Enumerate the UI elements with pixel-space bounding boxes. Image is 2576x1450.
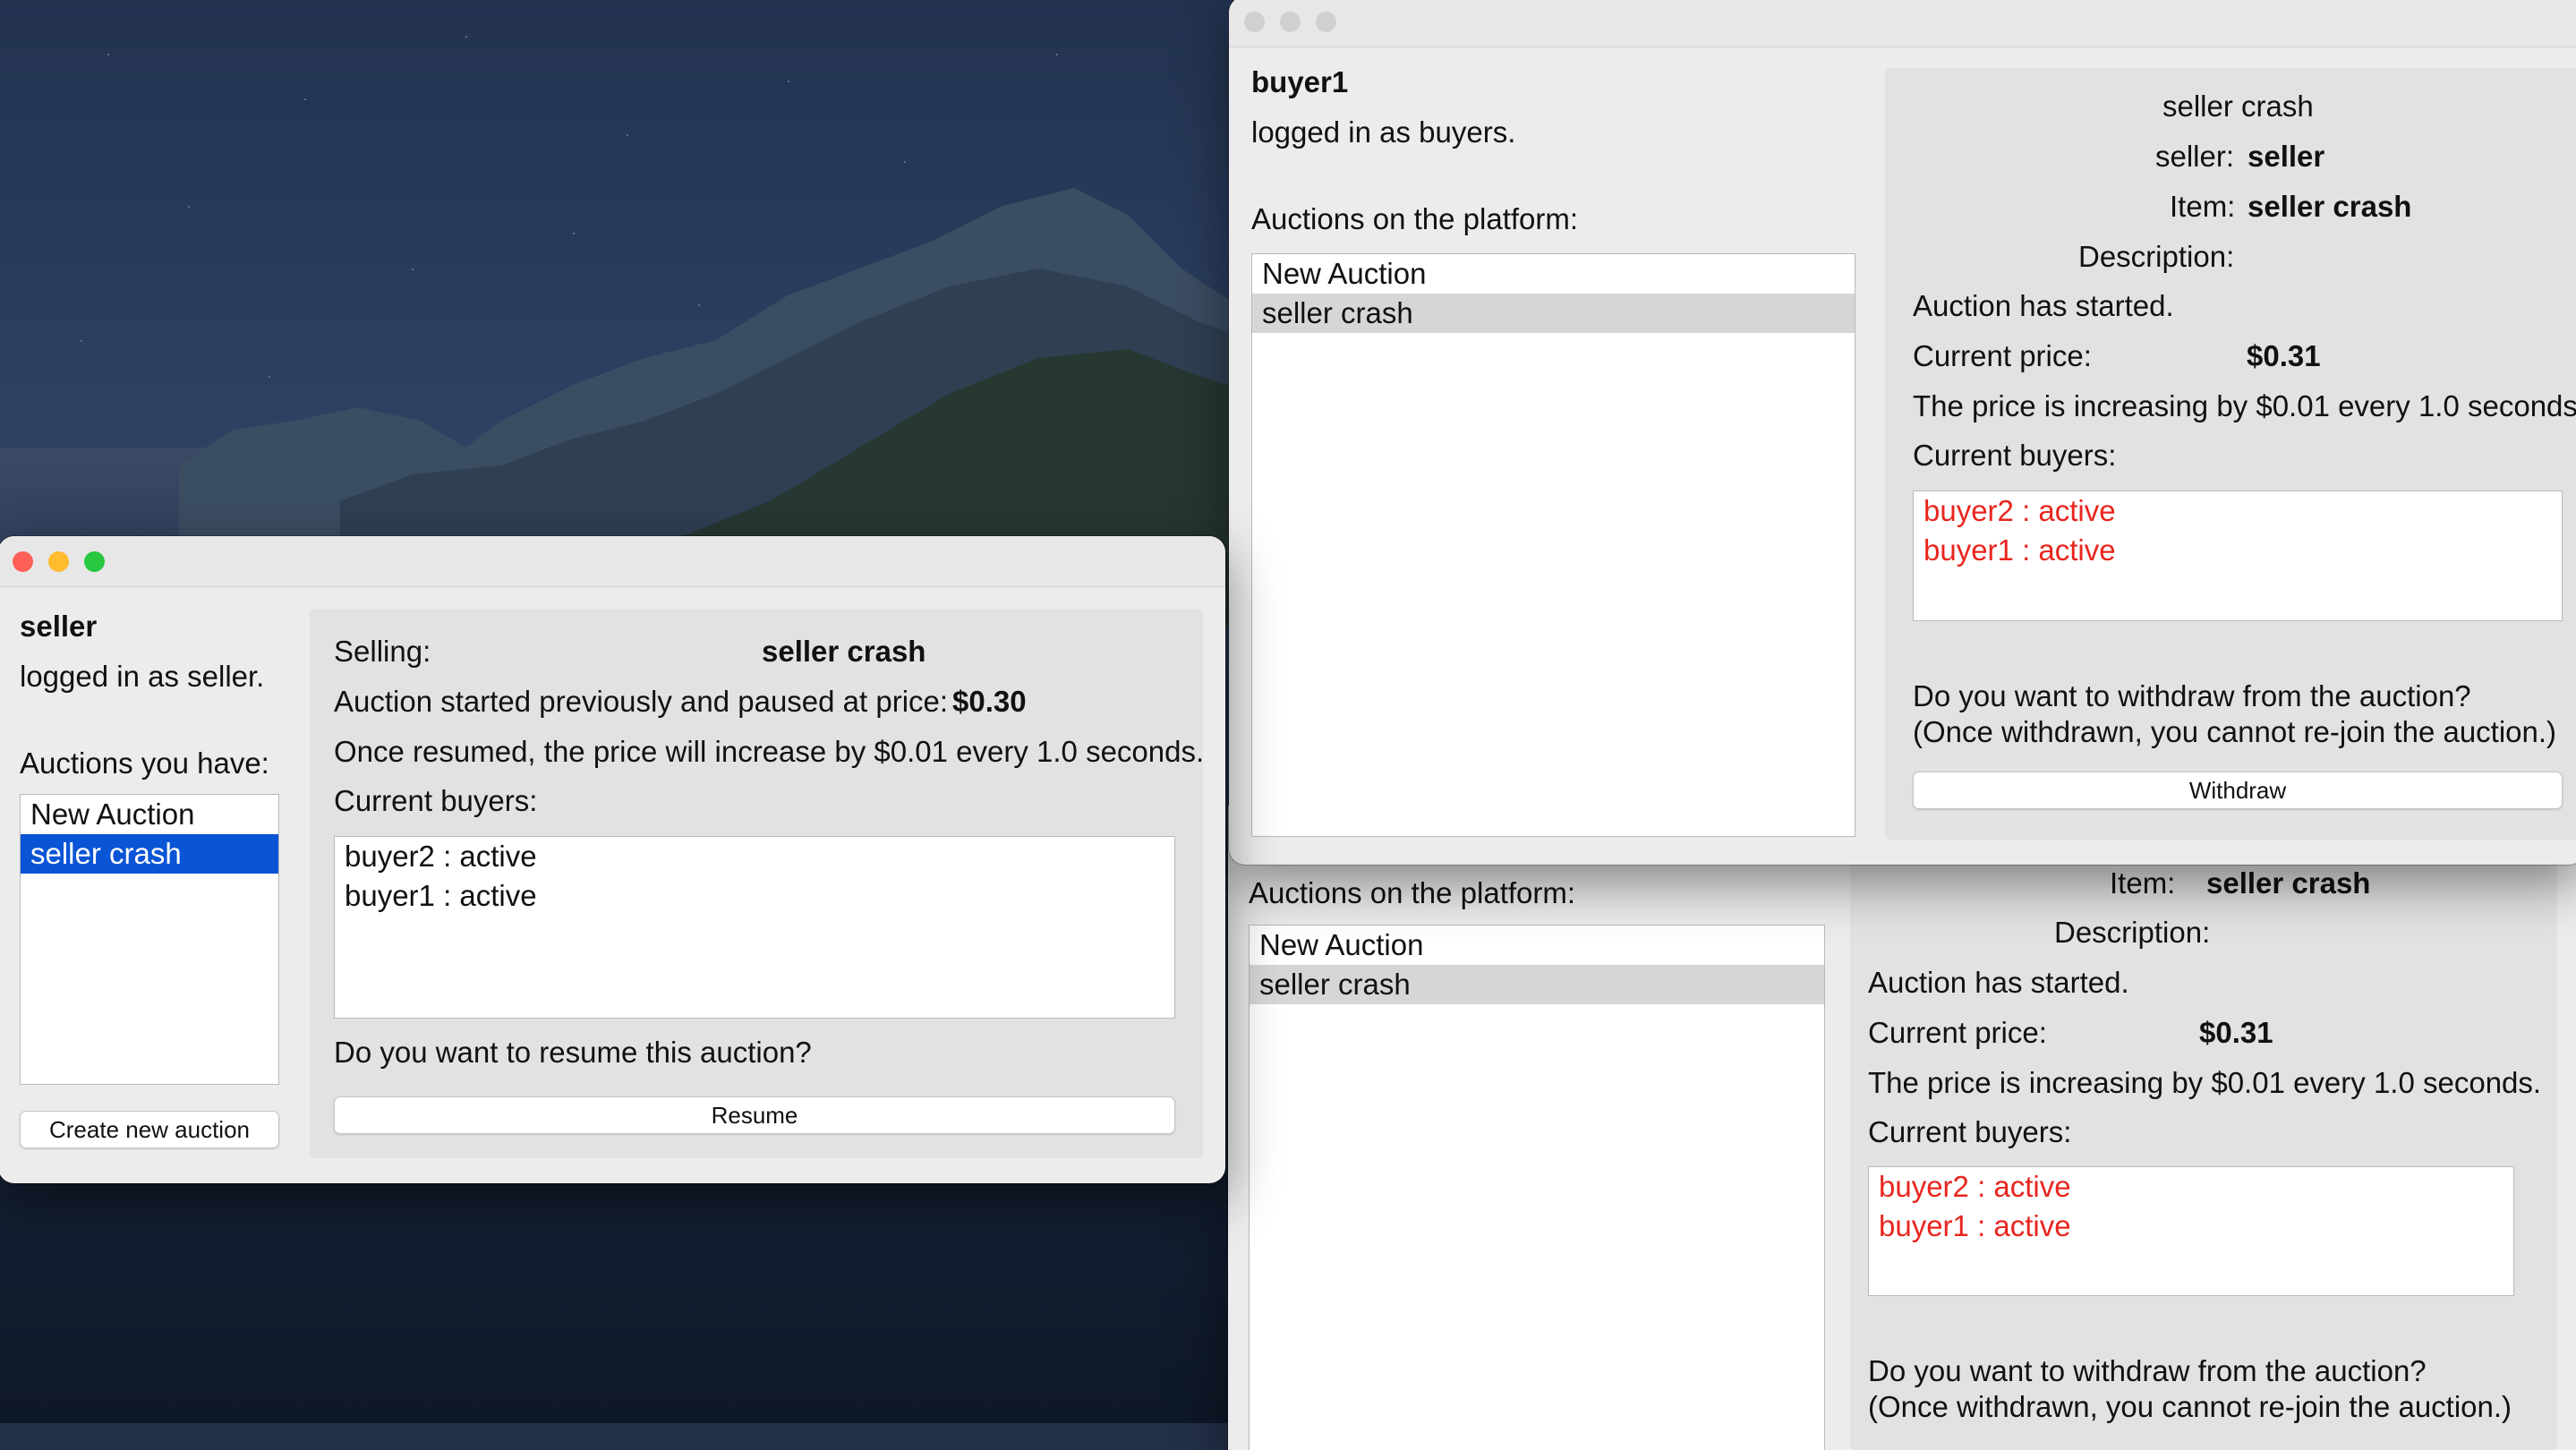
buyers-heading: Current buyers: bbox=[334, 784, 538, 817]
buyer-entry: buyer2 : active bbox=[1923, 494, 2116, 527]
item-value: seller crash bbox=[2248, 190, 2412, 223]
price-value: $0.31 bbox=[2199, 1016, 2273, 1049]
item-label: Item: bbox=[2170, 190, 2236, 223]
auction-list-item[interactable]: New Auction bbox=[1252, 254, 1855, 294]
auction-list-item[interactable]: New Auction bbox=[1250, 925, 1824, 965]
buyer-entry: buyer1 : active bbox=[345, 879, 537, 912]
resume-button[interactable]: Resume bbox=[334, 1096, 1175, 1134]
buyer-entry: buyer2 : active bbox=[345, 840, 537, 873]
withdraw-question: Do you want to withdraw from the auction… bbox=[1913, 679, 2471, 712]
seller-label: seller: bbox=[2155, 140, 2235, 173]
star-dot bbox=[188, 206, 190, 208]
resume-info: Once resumed, the price will increase by… bbox=[334, 735, 1205, 768]
auctions-heading: Auctions you have: bbox=[20, 746, 269, 780]
auction-detail-panel: seller crash seller: seller Item: seller… bbox=[1885, 68, 2576, 840]
selling-label: Selling: bbox=[334, 635, 431, 668]
auctions-heading: Auctions on the platform: bbox=[1251, 202, 1579, 235]
item-value: seller crash bbox=[2206, 866, 2371, 900]
seller-window: seller logged in as seller. Auctions you… bbox=[0, 536, 1225, 1183]
create-auction-button[interactable]: Create new auction bbox=[20, 1111, 279, 1148]
description-label: Description: bbox=[2078, 240, 2235, 273]
buyer-entry: buyer1 : active bbox=[1923, 533, 2116, 567]
zoom-button[interactable] bbox=[84, 551, 105, 572]
buyers-heading: Current buyers: bbox=[1913, 439, 2117, 472]
star-dot bbox=[465, 36, 467, 38]
withdraw-button[interactable]: Withdraw bbox=[1913, 772, 2563, 809]
buyer-entry: buyer1 : active bbox=[1879, 1209, 2071, 1242]
selling-item: seller crash bbox=[762, 635, 926, 668]
withdraw-note: (Once withdrawn, you cannot re-join the … bbox=[1913, 715, 2557, 748]
detail-title: seller crash bbox=[2162, 90, 2314, 123]
star-dot bbox=[81, 340, 82, 342]
buyers-list: buyer2 : active buyer1 : active bbox=[1868, 1166, 2514, 1296]
close-button[interactable] bbox=[13, 551, 33, 572]
auction-status: Auction has started. bbox=[1868, 966, 2129, 999]
price-increase-text: The price is increasing by $0.01 every 1… bbox=[1913, 389, 2576, 422]
withdraw-note: (Once withdrawn, you cannot re-join the … bbox=[1868, 1390, 2512, 1423]
username: buyer1 bbox=[1251, 65, 1349, 98]
auction-list-item-selected[interactable]: seller crash bbox=[1252, 294, 1855, 333]
star-dot bbox=[107, 54, 109, 55]
buyers-list: buyer2 : active buyer1 : active bbox=[334, 836, 1175, 1019]
auction-list-item[interactable]: New Auction bbox=[21, 795, 278, 834]
star-dot bbox=[412, 269, 414, 270]
auctions-heading: Auctions on the platform: bbox=[1249, 876, 1576, 909]
buyers-heading: Current buyers: bbox=[1868, 1115, 2072, 1148]
auction-list[interactable]: New Auction seller crash bbox=[20, 794, 279, 1085]
price-value: $0.31 bbox=[2247, 339, 2321, 372]
star-dot bbox=[788, 81, 789, 82]
item-label: Item: bbox=[2110, 866, 2176, 900]
resume-question: Do you want to resume this auction? bbox=[334, 1036, 812, 1069]
star-dot bbox=[1056, 54, 1058, 55]
price-increase-text: The price is increasing by $0.01 every 1… bbox=[1868, 1066, 2542, 1099]
buyer-entry: buyer2 : active bbox=[1879, 1170, 2071, 1203]
minimize-button[interactable] bbox=[1280, 12, 1301, 32]
paused-text: Auction started previously and paused at… bbox=[334, 685, 949, 718]
auction-detail-panel: Item: seller crash Description: Auction … bbox=[1850, 806, 2557, 1450]
seller-value: seller bbox=[2248, 140, 2325, 173]
auction-list[interactable]: New Auction seller crash bbox=[1249, 925, 1825, 1450]
auction-list-item-selected[interactable]: seller crash bbox=[1250, 965, 1824, 1004]
description-label: Description: bbox=[2054, 916, 2211, 949]
auction-status: Auction has started. bbox=[1913, 289, 2174, 322]
star-dot bbox=[269, 376, 270, 378]
paused-price: $0.30 bbox=[952, 685, 1027, 718]
login-status: logged in as buyers. bbox=[1251, 115, 1516, 149]
minimize-button[interactable] bbox=[48, 551, 69, 572]
buyers-list: buyer2 : active buyer1 : active bbox=[1913, 490, 2563, 621]
star-dot bbox=[573, 233, 575, 235]
wallpaper-mountains bbox=[179, 188, 1253, 627]
close-button[interactable] bbox=[1244, 12, 1265, 32]
buyer2-window: Auctions on the platform: New Auction se… bbox=[1228, 806, 2576, 1450]
star-dot bbox=[904, 161, 906, 163]
auction-list[interactable]: New Auction seller crash bbox=[1251, 253, 1855, 837]
star-dot bbox=[698, 304, 700, 306]
price-label: Current price: bbox=[1868, 1016, 2047, 1049]
price-label: Current price: bbox=[1913, 339, 2092, 372]
star-dot bbox=[627, 134, 628, 136]
buyer1-window: buyer1 logged in as buyers. Auctions on … bbox=[1229, 0, 2576, 865]
auction-list-item-selected[interactable]: seller crash bbox=[21, 834, 278, 874]
zoom-button[interactable] bbox=[1316, 12, 1336, 32]
login-status: logged in as seller. bbox=[20, 660, 265, 693]
title-bar[interactable] bbox=[1229, 0, 2576, 47]
withdraw-question: Do you want to withdraw from the auction… bbox=[1868, 1354, 2427, 1387]
auction-detail-panel: Selling: seller crash Auction started pr… bbox=[310, 609, 1205, 1158]
title-bar[interactable] bbox=[0, 536, 1225, 587]
username: seller bbox=[20, 610, 98, 643]
star-dot bbox=[304, 98, 306, 100]
